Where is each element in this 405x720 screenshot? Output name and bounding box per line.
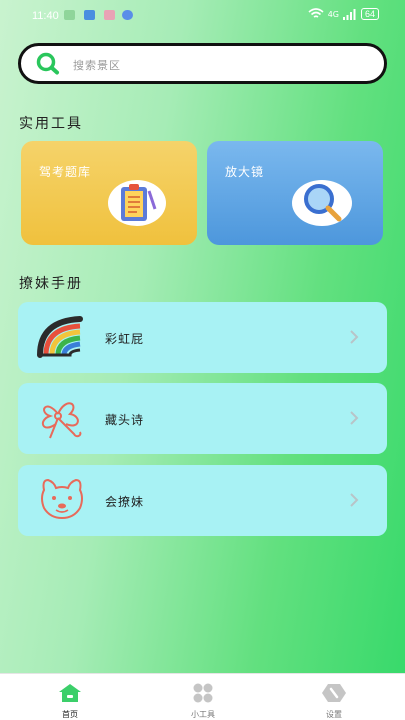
- tab-home[interactable]: 首页: [30, 674, 110, 720]
- rainbow-icon: [37, 316, 83, 358]
- tab-settings[interactable]: 设置: [294, 674, 374, 720]
- network-type: 4G: [327, 9, 339, 19]
- settings-icon: [322, 684, 346, 702]
- wifi-icon: [308, 8, 324, 18]
- driving-test-label: 驾考题库: [39, 165, 92, 179]
- search-icon: [36, 52, 59, 75]
- chevron-right-icon: [350, 411, 359, 425]
- tab-tools[interactable]: 小工具: [163, 674, 243, 720]
- app-notification-icon: [84, 10, 95, 20]
- status-time: 11:40: [32, 10, 59, 22]
- manual-item-rainbow[interactable]: 彩虹屁: [18, 302, 387, 373]
- clipboard-icon: [108, 180, 166, 226]
- bottom-tab-bar: 首页 小工具 设置: [0, 673, 405, 720]
- manual-item-label: 藏头诗: [105, 413, 145, 427]
- magnifier-card[interactable]: 放大镜: [207, 141, 383, 245]
- signal-icon: [342, 8, 356, 20]
- magnifier-label: 放大镜: [225, 165, 265, 179]
- home-icon: [59, 684, 81, 702]
- manual-item-label: 会撩妹: [105, 495, 145, 509]
- magnifier-icon: [292, 180, 352, 226]
- dog-face-icon: [41, 478, 83, 520]
- driving-test-card[interactable]: 驾考题库: [21, 141, 197, 245]
- status-bar: 11:40 4G 64: [0, 0, 405, 32]
- manual-section-title: 撩妹手册: [19, 276, 83, 292]
- tab-tools-label: 小工具: [191, 710, 215, 719]
- chevron-right-icon: [350, 493, 359, 507]
- chat-notification-icon: [122, 10, 133, 20]
- manual-item-acrostic[interactable]: 藏头诗: [18, 383, 387, 454]
- tools-section-title: 实用工具: [19, 116, 83, 132]
- search-bar[interactable]: 搜索景区: [18, 43, 387, 84]
- search-placeholder[interactable]: 搜索景区: [73, 57, 121, 73]
- manual-item-label: 彩虹屁: [105, 332, 145, 346]
- gallery-notification-icon: [104, 10, 115, 20]
- manual-item-flirt[interactable]: 会撩妹: [18, 465, 387, 536]
- flower-icon: [41, 402, 82, 439]
- tab-home-label: 首页: [62, 710, 78, 719]
- message-notification-icon: [64, 10, 75, 20]
- status-indicators: 4G 64: [308, 8, 379, 20]
- tab-settings-label: 设置: [326, 710, 342, 719]
- chevron-right-icon: [350, 330, 359, 344]
- battery-indicator: 64: [360, 8, 379, 20]
- grid-icon: [193, 683, 213, 703]
